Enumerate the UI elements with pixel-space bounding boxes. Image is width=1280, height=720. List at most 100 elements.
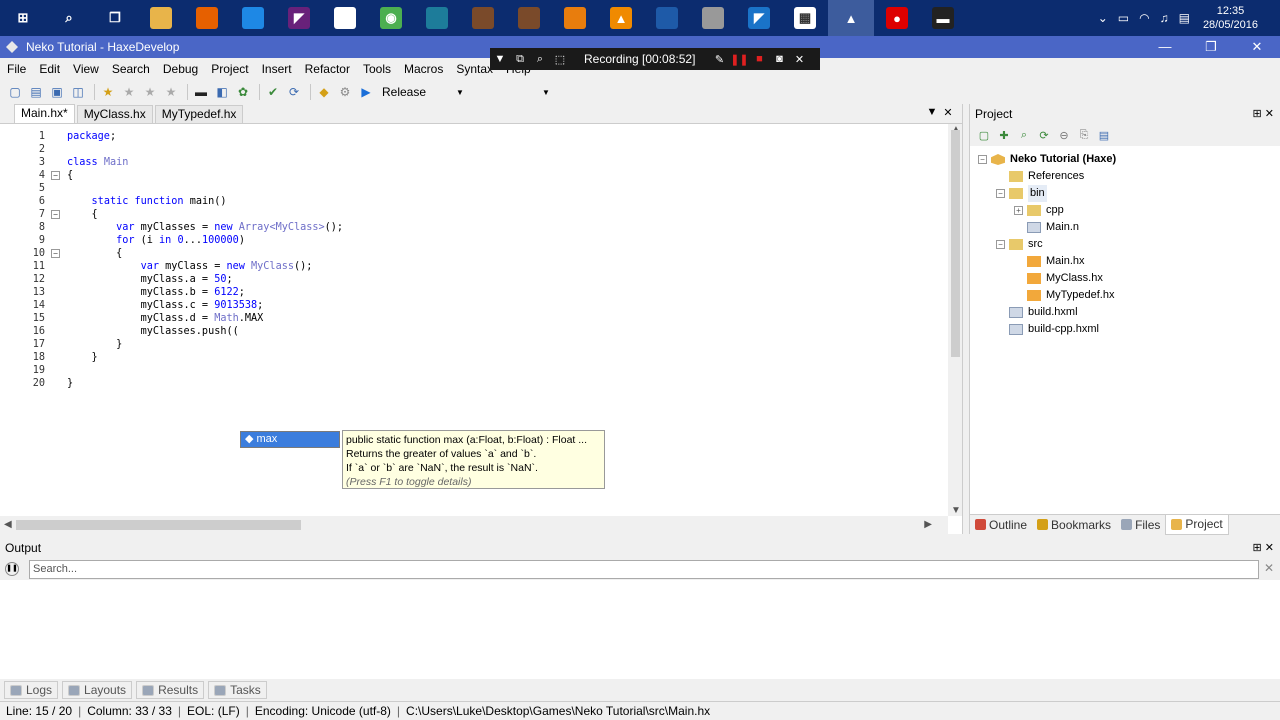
chevron-down-icon[interactable]: ▼ — [924, 106, 940, 119]
tab-myclasshx[interactable]: MyClass.hx — [76, 105, 153, 123]
close-icon[interactable]: ✕ — [789, 53, 809, 66]
zoom-icon[interactable]: ⌕ — [530, 53, 550, 66]
file-icon[interactable] — [322, 0, 368, 36]
tree-node[interactable]: + cpp — [1014, 202, 1064, 219]
menu-file[interactable]: File — [7, 62, 26, 76]
new-item-icon[interactable]: ▢ — [975, 127, 993, 143]
tab-mainhx[interactable]: Main.hx* — [14, 104, 75, 123]
camera-icon[interactable]: ◙ — [769, 53, 789, 65]
maximize-button[interactable]: ❐ — [1188, 36, 1234, 58]
view-icon[interactable]: ▤ — [1095, 127, 1113, 143]
tab-logs[interactable]: Logs — [4, 681, 59, 699]
menu-edit[interactable]: Edit — [39, 62, 60, 76]
app-icon[interactable] — [230, 0, 276, 36]
app-icon[interactable] — [460, 0, 506, 36]
vscode-icon[interactable]: ◤ — [736, 0, 782, 36]
add-icon[interactable]: ✚ — [995, 127, 1013, 143]
clock[interactable]: 12:35 28/05/2016 — [1203, 4, 1258, 32]
app-icon[interactable] — [644, 0, 690, 36]
sync-icon[interactable]: ⟳ — [1035, 127, 1053, 143]
menu-tools[interactable]: Tools — [363, 62, 391, 76]
menu-syntax[interactable]: Syntax — [456, 62, 493, 76]
windows-start-icon[interactable]: ⊞ — [0, 0, 46, 36]
scroll-right-icon[interactable]: ▶ — [924, 519, 932, 530]
tree-node[interactable]: build-cpp.hxml — [996, 321, 1099, 338]
menu-insert[interactable]: Insert — [262, 62, 292, 76]
blender-icon[interactable] — [552, 0, 598, 36]
pin-close-icon[interactable]: ⊞ ✕ — [1253, 538, 1275, 558]
tree-node[interactable]: Main.n — [1014, 219, 1079, 236]
output-search-input[interactable]: Search... — [29, 559, 1259, 579]
menu-project[interactable]: Project — [211, 62, 248, 76]
expand-toggle-icon[interactable]: − — [996, 240, 1005, 249]
tree-node[interactable]: References — [996, 168, 1084, 185]
menu-search[interactable]: Search — [112, 62, 150, 76]
collapse-icon[interactable]: ⊖ — [1055, 127, 1073, 143]
scroll-left-icon[interactable]: ◀ — [4, 519, 12, 530]
record-icon[interactable]: ● — [874, 0, 920, 36]
tree-node[interactable]: − bin — [996, 185, 1047, 202]
bookmark-next-icon[interactable]: ★ — [141, 83, 159, 101]
settings-gear-icon[interactable]: ⚙ — [336, 83, 354, 101]
autocomplete-list[interactable]: ◆ max — [240, 431, 340, 448]
firefox-icon[interactable] — [184, 0, 230, 36]
vlc-icon[interactable]: ▲ — [598, 0, 644, 36]
plugin-icon[interactable]: ✿ — [234, 83, 252, 101]
fold-toggle-icon[interactable]: − — [51, 249, 60, 258]
expand-toggle-icon[interactable]: − — [978, 155, 987, 164]
tab-tasks[interactable]: Tasks — [208, 681, 267, 699]
wifi-icon[interactable]: ◠ — [1139, 11, 1149, 25]
menu-macros[interactable]: Macros — [404, 62, 443, 76]
tab-project[interactable]: Project — [1165, 514, 1229, 535]
tree-node[interactable]: MyTypedef.hx — [1014, 287, 1114, 304]
app-icon[interactable] — [690, 0, 736, 36]
pause-icon[interactable]: ❚❚ — [729, 53, 749, 66]
tab-outline[interactable]: Outline — [970, 518, 1032, 532]
tab-results[interactable]: Results — [136, 681, 205, 699]
find-icon[interactable]: ⌕ — [1015, 127, 1033, 143]
haxedevelop-icon[interactable]: ▲ — [828, 0, 874, 36]
pen-icon[interactable]: ✎ — [709, 53, 729, 66]
app-icon[interactable] — [506, 0, 552, 36]
close-button[interactable]: ✕ — [1234, 36, 1280, 58]
battery-icon[interactable]: ▭ — [1118, 11, 1129, 25]
volume-icon[interactable]: ♫ — [1160, 11, 1169, 25]
terminal-icon[interactable]: ▬ — [920, 0, 966, 36]
search-icon[interactable]: ⌕ — [46, 0, 92, 36]
app-icon[interactable] — [414, 0, 460, 36]
bookmark-prev-icon[interactable]: ★ — [120, 83, 138, 101]
visual-studio-icon[interactable]: ◤ — [276, 0, 322, 36]
clear-icon[interactable]: ✕ — [1264, 561, 1274, 575]
stop-icon[interactable]: ■ — [749, 53, 769, 65]
haxedevelop-icon[interactable] — [6, 41, 18, 53]
tab-bookmarks[interactable]: Bookmarks — [1032, 518, 1116, 532]
file-explorer-icon[interactable] — [138, 0, 184, 36]
pin-close-icon[interactable]: ⊞ ✕ — [1253, 104, 1275, 124]
vertical-scrollbar[interactable]: ▲ ▼ — [948, 124, 962, 516]
tree-node[interactable]: build.hxml — [996, 304, 1078, 321]
refresh-icon[interactable]: ⟳ — [285, 83, 303, 101]
new-file-icon[interactable]: ▢ — [6, 83, 24, 101]
pause-icon[interactable]: ❚❚ — [5, 562, 19, 576]
build-config-select[interactable]: Release ▼ — [378, 83, 468, 101]
menu-debug[interactable]: Debug — [163, 62, 198, 76]
panel-icon[interactable]: ◧ — [213, 83, 231, 101]
save-all-icon[interactable]: ◫ — [69, 83, 87, 101]
tab-layouts[interactable]: Layouts — [62, 681, 133, 699]
tree-node[interactable]: − Neko Tutorial (Haxe) — [978, 151, 1116, 168]
horizontal-scrollbar[interactable]: ◀ ▶ — [0, 516, 948, 534]
chrome-icon[interactable]: ◉ — [368, 0, 414, 36]
expand-toggle-icon[interactable]: − — [996, 189, 1005, 198]
terminal-icon[interactable]: ▬ — [192, 83, 210, 101]
open-folder-icon[interactable]: ▤ — [27, 83, 45, 101]
fold-toggle-icon[interactable]: − — [51, 210, 60, 219]
close-tab-icon[interactable]: ✕ — [940, 106, 956, 119]
copy-icon[interactable]: ⎘ — [1075, 127, 1093, 143]
chevron-up-icon[interactable]: ⌄ — [1098, 11, 1108, 25]
scroll-thumb[interactable] — [951, 130, 960, 357]
project-box-icon[interactable]: ◆ — [315, 83, 333, 101]
region-icon[interactable]: ⬚ — [550, 53, 570, 66]
tab-mytypedefhx[interactable]: MyTypedef.hx — [154, 105, 244, 123]
calendar-icon[interactable]: ▦ — [782, 0, 828, 36]
bookmark-icon[interactable]: ★ — [99, 83, 117, 101]
